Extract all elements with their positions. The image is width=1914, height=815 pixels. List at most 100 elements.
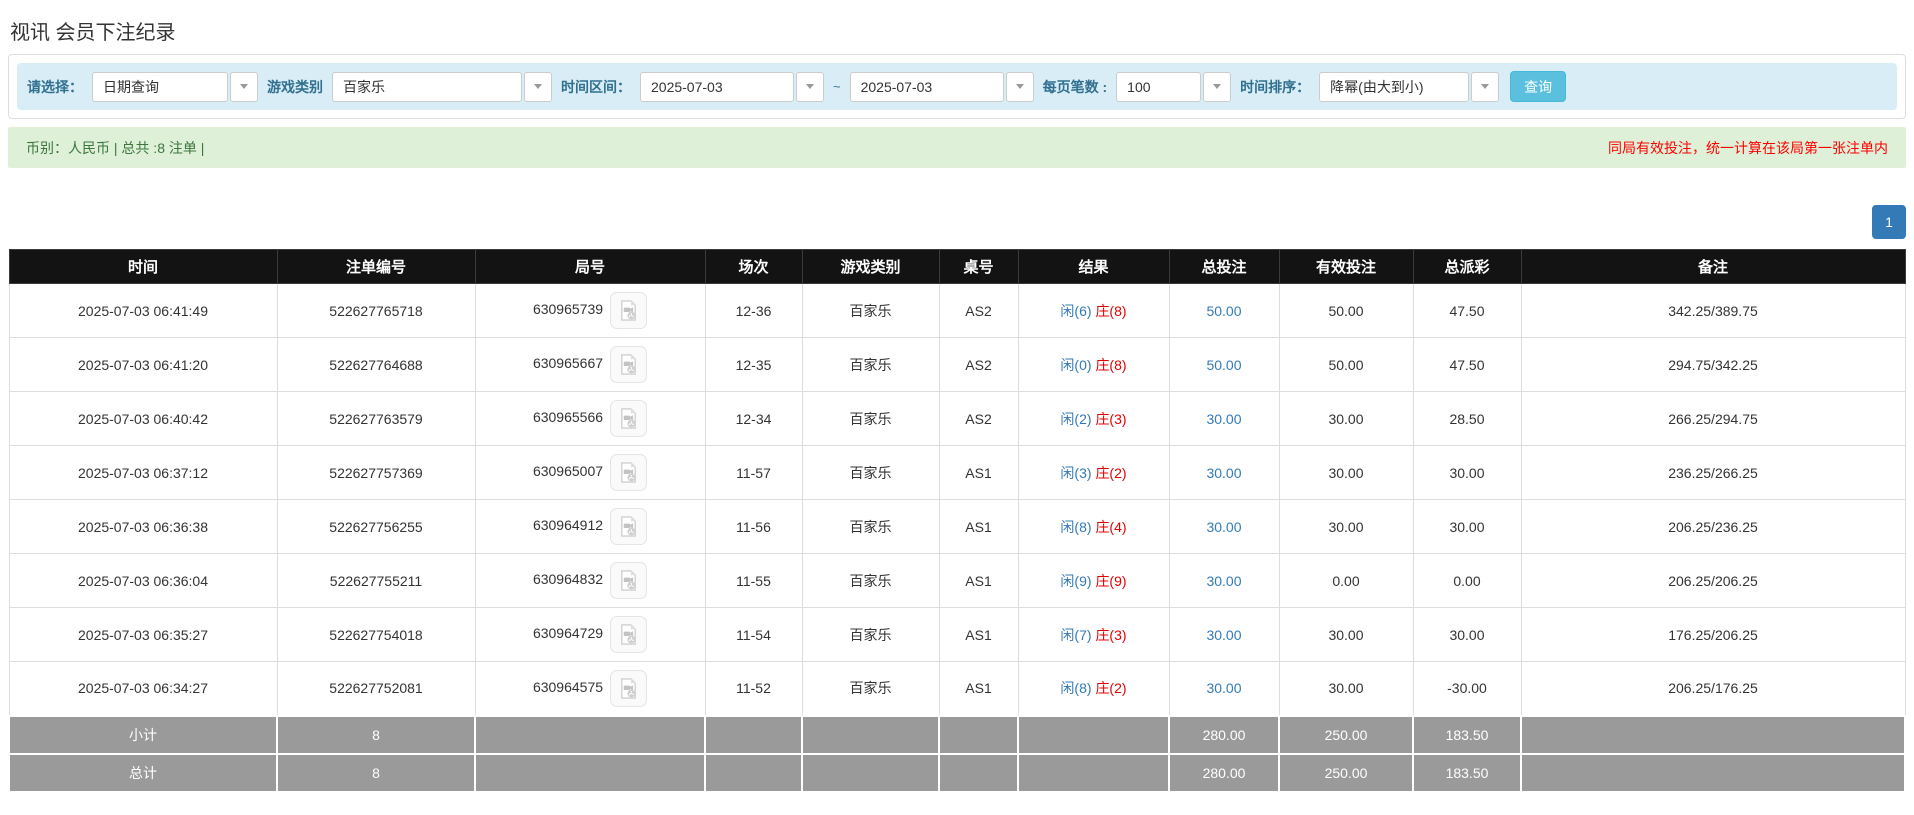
total-bet-link[interactable]: 30.00 — [1206, 411, 1241, 427]
header-valid-bet: 有效投注 — [1279, 250, 1413, 284]
cell-payout: 0.00 — [1413, 554, 1521, 608]
result-player: 闲(2) — [1060, 411, 1091, 427]
sort-order-value[interactable]: 降幂(由大到小) — [1319, 72, 1469, 102]
round-id-value: 630964575 — [533, 679, 603, 695]
sort-order-dropdown-button[interactable] — [1471, 72, 1499, 102]
cell-payout: 28.50 — [1413, 392, 1521, 446]
game-type-dropdown-button[interactable] — [524, 72, 552, 102]
game-type-value[interactable]: 百家乐 — [332, 72, 522, 102]
video-replay-button[interactable] — [610, 616, 647, 653]
cell-table-id: AS1 — [939, 554, 1018, 608]
page-size-value[interactable]: 100 — [1116, 72, 1201, 102]
chevron-down-icon — [240, 84, 248, 89]
cell-round-id: 630965007 — [475, 446, 705, 500]
pagination-page-1-button[interactable]: 1 — [1872, 205, 1906, 239]
date-to-value[interactable]: 2025-07-03 — [850, 72, 1004, 102]
cell-remark: 206.25/206.25 — [1521, 554, 1905, 608]
search-button[interactable]: 查询 — [1510, 71, 1566, 102]
video-replay-button[interactable] — [610, 454, 647, 491]
date-from-select[interactable]: 2025-07-03 — [640, 72, 824, 102]
video-replay-button[interactable] — [610, 562, 647, 599]
result-player: 闲(8) — [1060, 519, 1091, 535]
cell-result: 闲(8) 庄(2) — [1018, 662, 1169, 716]
summary-bar: 币别：人民币 | 总共 :8 注单 | 同局有效投注，统一计算在该局第一张注单内 — [8, 127, 1906, 168]
total-valid-bet: 250.00 — [1279, 754, 1413, 792]
page-size-dropdown-button[interactable] — [1203, 72, 1231, 102]
header-game-type: 游戏类别 — [802, 250, 939, 284]
table-row: 2025-07-03 06:35:27 522627754018 6309647… — [9, 608, 1905, 662]
round-id-value: 630964912 — [533, 517, 603, 533]
empty-cell — [1521, 754, 1905, 792]
video-replay-button[interactable] — [610, 292, 647, 329]
video-file-icon — [617, 407, 640, 430]
sort-order-label: 时间排序： — [1240, 77, 1310, 97]
cell-result: 闲(8) 庄(4) — [1018, 500, 1169, 554]
page-size-label: 每页笔数 : — [1043, 77, 1108, 97]
cell-round-id: 630965739 — [475, 284, 705, 338]
round-id-value: 630965667 — [533, 355, 603, 371]
query-mode-dropdown-button[interactable] — [230, 72, 258, 102]
cell-remark: 294.75/342.25 — [1521, 338, 1905, 392]
cell-table-id: AS2 — [939, 338, 1018, 392]
cell-session: 12-35 — [705, 338, 802, 392]
date-to-dropdown-button[interactable] — [1006, 72, 1034, 102]
total-bet-link[interactable]: 30.00 — [1206, 573, 1241, 589]
cell-game-type: 百家乐 — [802, 500, 939, 554]
cell-total-bet: 30.00 — [1169, 608, 1279, 662]
header-session: 场次 — [705, 250, 802, 284]
header-total-bet: 总投注 — [1169, 250, 1279, 284]
cell-payout: -30.00 — [1413, 662, 1521, 716]
total-payout: 183.50 — [1413, 754, 1521, 792]
cell-result: 闲(3) 庄(2) — [1018, 446, 1169, 500]
video-replay-button[interactable] — [610, 670, 647, 707]
sort-order-select[interactable]: 降幂(由大到小) — [1319, 72, 1499, 102]
video-replay-button[interactable] — [610, 346, 647, 383]
total-label: 总计 — [9, 754, 277, 792]
date-from-value[interactable]: 2025-07-03 — [640, 72, 794, 102]
page-title: 视讯 会员下注纪录 — [10, 16, 1906, 45]
table-row: 2025-07-03 06:36:04 522627755211 6309648… — [9, 554, 1905, 608]
video-file-icon — [617, 515, 640, 538]
header-payout: 总派彩 — [1413, 250, 1521, 284]
cell-valid-bet: 30.00 — [1279, 392, 1413, 446]
total-bet-link[interactable]: 30.00 — [1206, 465, 1241, 481]
round-id-value: 630965739 — [533, 301, 603, 317]
video-replay-button[interactable] — [610, 400, 647, 437]
game-type-select[interactable]: 百家乐 — [332, 72, 552, 102]
page-size-select[interactable]: 100 — [1116, 72, 1231, 102]
result-banker: 庄(4) — [1095, 519, 1126, 535]
table-row: 2025-07-03 06:37:12 522627757369 6309650… — [9, 446, 1905, 500]
date-to-select[interactable]: 2025-07-03 — [850, 72, 1034, 102]
cell-session: 11-54 — [705, 608, 802, 662]
cell-result: 闲(2) 庄(3) — [1018, 392, 1169, 446]
cell-game-type: 百家乐 — [802, 446, 939, 500]
cell-result: 闲(7) 庄(3) — [1018, 608, 1169, 662]
total-bet-link[interactable]: 50.00 — [1206, 357, 1241, 373]
table-row: 2025-07-03 06:41:49 522627765718 6309657… — [9, 284, 1905, 338]
video-file-icon — [617, 569, 640, 592]
cell-round-id: 630965566 — [475, 392, 705, 446]
cell-total-bet: 30.00 — [1169, 500, 1279, 554]
date-from-dropdown-button[interactable] — [796, 72, 824, 102]
chevron-down-icon — [1016, 84, 1024, 89]
result-player: 闲(8) — [1060, 680, 1091, 696]
total-bet-link[interactable]: 30.00 — [1206, 519, 1241, 535]
table-row: 2025-07-03 06:36:38 522627756255 6309649… — [9, 500, 1905, 554]
total-count: 8 — [277, 754, 475, 792]
total-bet-link[interactable]: 50.00 — [1206, 303, 1241, 319]
cell-valid-bet: 30.00 — [1279, 608, 1413, 662]
cell-valid-bet: 0.00 — [1279, 554, 1413, 608]
summary-currency-count: 币别：人民币 | 总共 :8 注单 | — [26, 138, 204, 158]
total-bet-link[interactable]: 30.00 — [1206, 680, 1241, 696]
cell-remark: 342.25/389.75 — [1521, 284, 1905, 338]
cell-game-type: 百家乐 — [802, 392, 939, 446]
query-mode-select[interactable]: 日期查询 — [92, 72, 258, 102]
query-mode-value[interactable]: 日期查询 — [92, 72, 228, 102]
video-replay-button[interactable] — [610, 508, 647, 545]
cell-total-bet: 30.00 — [1169, 446, 1279, 500]
result-banker: 庄(2) — [1095, 680, 1126, 696]
cell-bet-id: 522627755211 — [277, 554, 475, 608]
bet-records-table: 时间 注单编号 局号 场次 游戏类别 桌号 结果 总投注 有效投注 总派彩 备注… — [8, 249, 1906, 793]
empty-cell — [802, 716, 939, 754]
total-bet-link[interactable]: 30.00 — [1206, 627, 1241, 643]
